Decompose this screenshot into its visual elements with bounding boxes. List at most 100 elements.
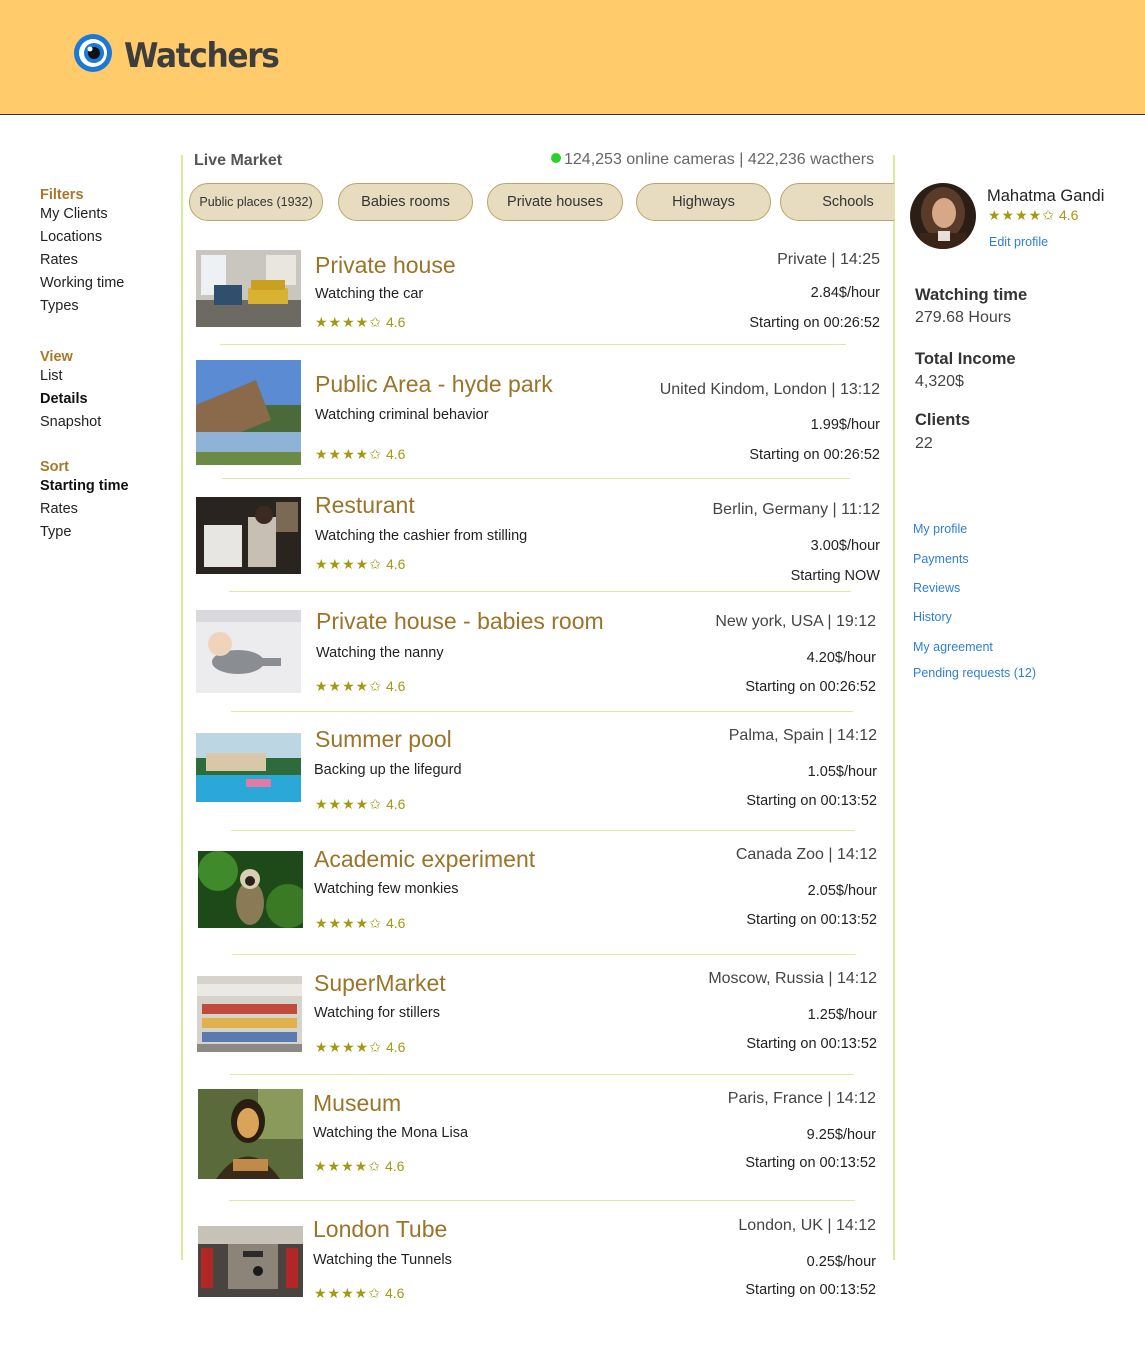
link-reviews[interactable]: Reviews xyxy=(913,581,960,595)
online-dot-icon xyxy=(551,153,561,163)
sort-heading: Sort xyxy=(40,459,69,475)
rating-value: 4.6 xyxy=(385,915,406,931)
rating-value: 4.6 xyxy=(385,446,406,462)
listing-start-time: Starting on 00:13:52 xyxy=(745,1155,876,1171)
listing-thumbnail[interactable] xyxy=(196,610,301,693)
listing-rating: ★★★★✩ 4.6 xyxy=(315,915,405,932)
avatar[interactable] xyxy=(910,183,976,249)
listing-thumbnail[interactable] xyxy=(198,1226,303,1297)
listing-thumbnail[interactable] xyxy=(198,851,303,928)
listing-title[interactable]: Academic experiment xyxy=(314,846,535,873)
listing-price: 1.99$/hour xyxy=(810,417,880,433)
tab-babies-rooms[interactable]: Babies rooms xyxy=(338,183,473,221)
listing-title[interactable]: Museum xyxy=(313,1090,401,1117)
sort-rates[interactable]: Rates xyxy=(40,498,129,521)
row-divider xyxy=(229,591,851,592)
listing-row[interactable]: Private house Watching the car ★★★★✩ 4.6 … xyxy=(196,250,886,340)
link-pending-requests[interactable]: Pending requests (12) xyxy=(913,666,1036,680)
listing-title[interactable]: Public Area - hyde park xyxy=(315,371,553,398)
filter-types[interactable]: Types xyxy=(40,295,124,318)
listing-rating: ★★★★✩ 4.6 xyxy=(314,1158,404,1175)
listing-subtitle: Watching the cashier from stilling xyxy=(315,528,528,544)
stars-icon: ★★★★✩ xyxy=(315,915,382,931)
listing-start-time: Starting on 00:26:52 xyxy=(745,679,876,695)
filter-my-clients[interactable]: My Clients xyxy=(40,203,124,226)
view-snapshot[interactable]: Snapshot xyxy=(40,411,101,434)
view-details[interactable]: Details xyxy=(40,388,101,411)
right-divider xyxy=(893,155,895,1260)
listing-location: Canada Zoo | 14:12 xyxy=(735,846,877,863)
listing-location: Private | 14:25 xyxy=(777,251,880,268)
sort-section: Sort Starting time Rates Type xyxy=(40,459,129,544)
stat-value-watching-time: 279.68 Hours xyxy=(915,309,1012,326)
listing-row[interactable]: London Tube Watching the Tunnels ★★★★✩ 4.… xyxy=(196,1216,886,1306)
profile-rating: ★★★★✩ 4.6 xyxy=(988,207,1078,224)
online-status: 124,253 online cameras | 422,236 wacther… xyxy=(551,151,874,169)
listing-thumbnail[interactable] xyxy=(197,976,302,1052)
edit-profile-link[interactable]: Edit profile xyxy=(989,235,1048,249)
tab-highways[interactable]: Highways xyxy=(636,183,771,221)
listing-rating: ★★★★✩ 4.6 xyxy=(315,1039,405,1056)
sort-type[interactable]: Type xyxy=(40,521,129,544)
listing-price: 1.25$/hour xyxy=(807,1007,877,1023)
link-payments[interactable]: Payments xyxy=(913,552,969,566)
stars-icon: ★★★★✩ xyxy=(314,1158,381,1174)
listing-price: 3.00$/hour xyxy=(810,538,880,554)
listing-start-time: Starting on 00:26:52 xyxy=(749,315,880,331)
listing-row[interactable]: Summer pool Backing up the lifegurd ★★★★… xyxy=(196,726,886,817)
listing-title[interactable]: Summer pool xyxy=(315,726,452,753)
listing-thumbnail[interactable] xyxy=(196,250,301,327)
link-history[interactable]: History xyxy=(913,610,952,624)
sort-starting-time[interactable]: Starting time xyxy=(40,475,129,498)
listing-title[interactable]: SuperMarket xyxy=(314,970,446,997)
listing-title[interactable]: Private house xyxy=(315,252,456,279)
listing-title[interactable]: Private house - babies room xyxy=(316,608,604,635)
filter-rates[interactable]: Rates xyxy=(40,249,124,272)
listing-thumbnail[interactable] xyxy=(196,360,301,465)
rating-value: 4.6 xyxy=(385,796,406,812)
listing-thumbnail[interactable] xyxy=(196,733,301,802)
listing-location: Moscow, Russia | 14:12 xyxy=(708,970,877,987)
listing-row[interactable]: SuperMarket Watching for stillers ★★★★✩ 4… xyxy=(196,970,886,1060)
profile-name[interactable]: Mahatma Gandi xyxy=(987,187,1104,206)
row-divider xyxy=(230,1074,854,1075)
listing-rating: ★★★★✩ 4.6 xyxy=(315,556,405,573)
live-market-title: Live Market xyxy=(194,152,283,169)
app-logo-text[interactable]: Watchers xyxy=(124,36,280,76)
listing-title[interactable]: London Tube xyxy=(313,1216,447,1243)
stars-icon: ★★★★✩ xyxy=(315,556,382,572)
listing-row[interactable]: Public Area - hyde park Watching crimina… xyxy=(196,360,886,470)
listing-start-time: Starting on 00:26:52 xyxy=(749,447,880,463)
rating-value: 4.6 xyxy=(384,1285,405,1301)
listing-title[interactable]: Resturant xyxy=(315,492,415,519)
filter-working-time[interactable]: Working time xyxy=(40,272,124,295)
listing-rating: ★★★★✩ 4.6 xyxy=(315,678,405,695)
link-my-profile[interactable]: My profile xyxy=(913,522,967,536)
listing-row[interactable]: Academic experiment Watching few monkies… xyxy=(196,846,886,936)
listing-subtitle: Watching the Tunnels xyxy=(313,1252,452,1268)
stat-label-total-income: Total Income xyxy=(915,350,1016,368)
stat-value-clients: 22 xyxy=(915,435,933,452)
listing-thumbnail[interactable] xyxy=(198,1089,303,1179)
tab-public-places[interactable]: Public places (1932) xyxy=(189,183,323,221)
listing-row[interactable]: Resturant Watching the cashier from stil… xyxy=(196,492,886,584)
tab-private-houses[interactable]: Private houses xyxy=(487,183,623,221)
row-divider xyxy=(232,954,856,955)
filter-locations[interactable]: Locations xyxy=(40,226,124,249)
view-heading: View xyxy=(40,349,73,365)
rating-value: 4.6 xyxy=(385,314,406,330)
listing-rating: ★★★★✩ 4.6 xyxy=(315,796,405,813)
listing-start-time: Starting on 00:13:52 xyxy=(746,793,877,809)
link-my-agreement[interactable]: My agreement xyxy=(913,640,993,654)
listing-row[interactable]: Museum Watching the Mona Lisa ★★★★✩ 4.6 P… xyxy=(196,1089,886,1189)
listing-row[interactable]: Private house - babies room Watching the… xyxy=(196,608,886,700)
view-list[interactable]: List xyxy=(40,365,101,388)
stat-value-total-income: 4,320$ xyxy=(915,373,964,390)
left-divider xyxy=(181,155,183,1260)
tab-schools[interactable]: Schools xyxy=(780,183,894,221)
listing-price: 2.84$/hour xyxy=(810,285,880,301)
listing-thumbnail[interactable] xyxy=(196,497,301,574)
stars-icon: ★★★★✩ xyxy=(315,1039,382,1055)
stars-icon: ★★★★✩ xyxy=(315,796,382,812)
listing-subtitle: Watching the car xyxy=(315,286,424,302)
